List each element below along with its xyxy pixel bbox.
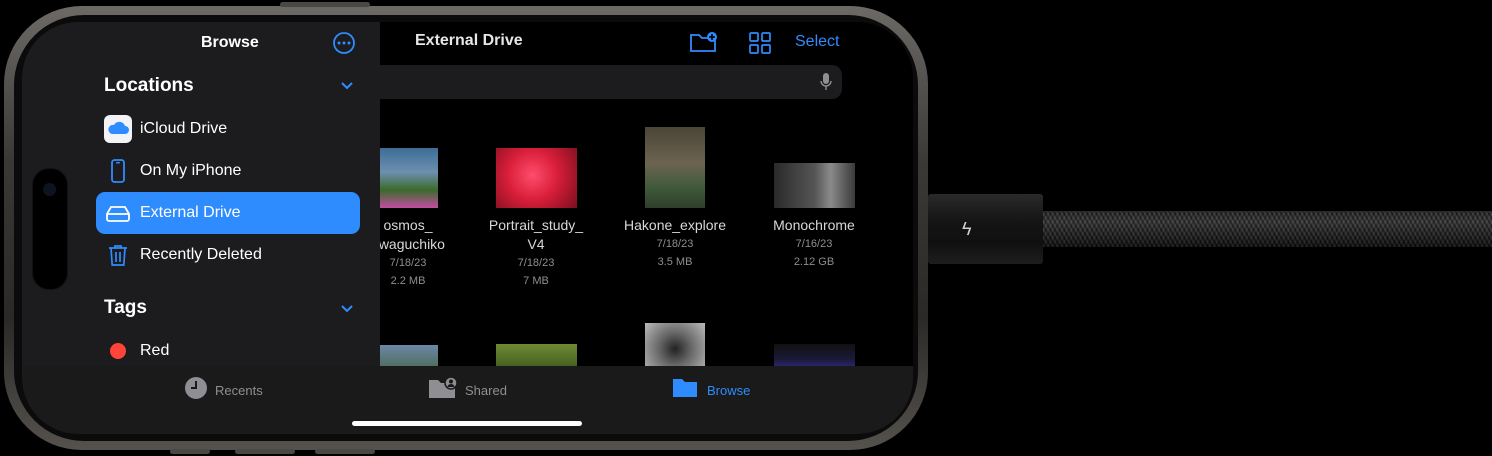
select-button[interactable]: Select	[795, 33, 839, 51]
tags-header[interactable]: Tags	[104, 297, 147, 319]
camera-lens	[43, 183, 56, 196]
sidebar-item-external-drive[interactable]: External Drive	[96, 192, 360, 234]
tab-label: Recents	[215, 383, 263, 398]
file-thumbnail[interactable]	[645, 127, 705, 208]
sidebar-item-on-my-iphone[interactable]: On My iPhone	[96, 150, 360, 192]
iphone-icon	[111, 159, 125, 183]
clock-icon	[185, 377, 207, 399]
file-item[interactable]: Portrait_study_ V4 7/18/23 7 MB	[461, 216, 611, 290]
folder-icon	[673, 379, 697, 397]
side-button	[235, 449, 295, 454]
file-thumbnail[interactable]	[378, 148, 438, 208]
tab-recents[interactable]: Recents	[184, 376, 304, 402]
sidebar-item-label: Red	[140, 342, 170, 359]
chevron-down-icon[interactable]	[340, 81, 354, 91]
braided-cable	[1043, 211, 1492, 247]
tab-label: Shared	[465, 383, 507, 398]
tab-label: Browse	[707, 383, 751, 398]
thunderbolt-icon: ϟ	[962, 219, 972, 239]
trash-icon	[109, 245, 127, 266]
file-item[interactable]: Hakone_explore 7/18/23 3.5 MB	[600, 216, 750, 271]
sidebar-item-label: On My iPhone	[140, 162, 242, 179]
home-indicator[interactable]	[352, 421, 582, 426]
file-thumbnail[interactable]	[496, 148, 577, 208]
microphone-icon[interactable]	[820, 73, 832, 91]
file-thumbnail[interactable]	[774, 163, 855, 208]
locations-header[interactable]: Locations	[104, 75, 194, 97]
red-tag-dot-icon	[110, 343, 126, 359]
screen: External Drive Select osmos_ awaguchiko …	[22, 22, 913, 434]
ellipsis-circle-icon[interactable]	[332, 31, 356, 55]
tab-bar: Recents Shared Browse	[22, 366, 913, 434]
cable-connector: ϟ	[928, 194, 1043, 264]
side-button	[315, 449, 375, 454]
sidebar-title: Browse	[201, 34, 259, 51]
sidebar-item-label: iCloud Drive	[140, 120, 228, 137]
new-folder-icon[interactable]	[689, 30, 719, 54]
tab-browse[interactable]: Browse	[672, 376, 792, 402]
sidebar-item-recently-deleted[interactable]: Recently Deleted	[96, 234, 360, 276]
tab-shared[interactable]: Shared	[428, 376, 548, 402]
chevron-down-icon[interactable]	[340, 304, 354, 314]
shared-folder-icon	[429, 376, 458, 398]
sidebar-item-icloud-drive[interactable]: iCloud Drive	[96, 108, 360, 150]
side-button	[170, 449, 210, 454]
dynamic-island	[32, 168, 68, 290]
icloud-icon	[104, 115, 132, 143]
search-input[interactable]	[362, 65, 842, 99]
page-title: External Drive	[415, 32, 523, 49]
external-drive-icon	[106, 206, 130, 222]
grid-view-icon[interactable]	[749, 32, 771, 54]
sidebar-item-label: External Drive	[140, 204, 241, 221]
volume-button	[280, 2, 370, 7]
sidebar-item-label: Recently Deleted	[140, 246, 262, 263]
file-item[interactable]: Monochrome 7/16/23 2.12 GB	[739, 216, 889, 271]
sidebar: Browse Locations iCloud Drive On My iPho…	[22, 22, 380, 366]
file-thumbnail[interactable]	[645, 323, 705, 370]
